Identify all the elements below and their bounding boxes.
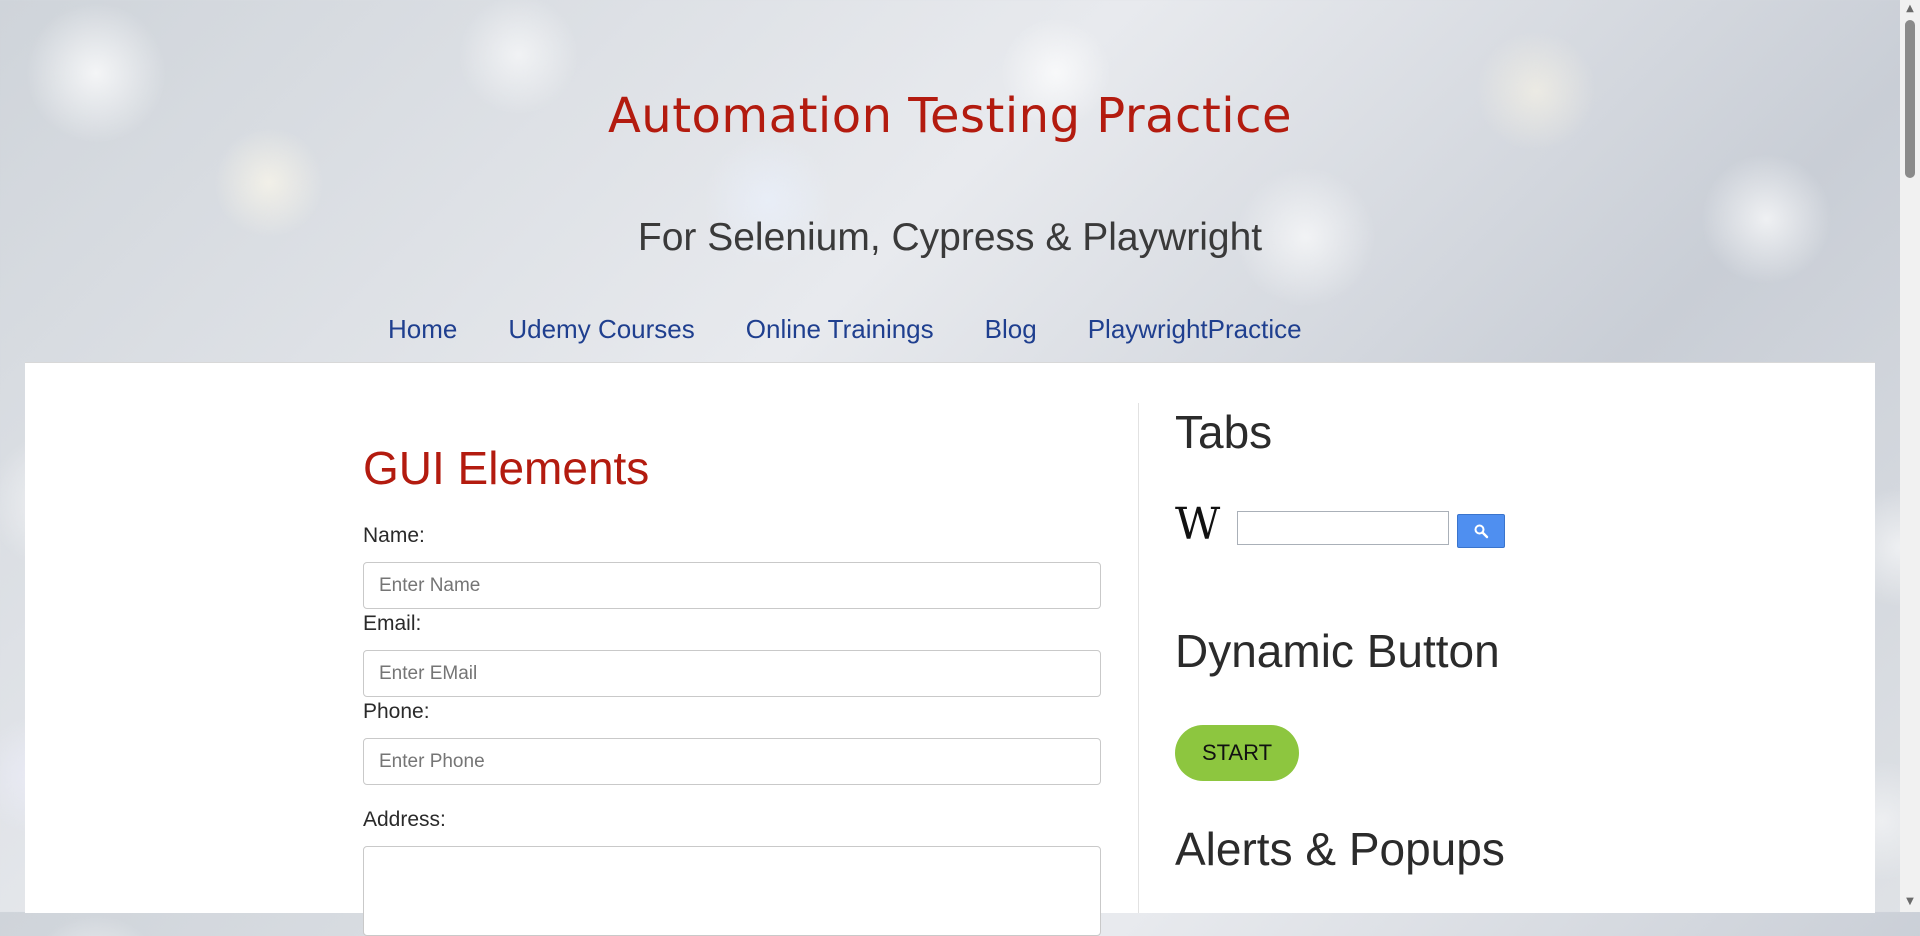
column-divider bbox=[1138, 403, 1139, 913]
vertical-scrollbar[interactable]: ▲ ▼ bbox=[1900, 0, 1920, 912]
nav-link-blog[interactable]: Blog bbox=[985, 314, 1037, 345]
main-nav: Home Udemy Courses Online Trainings Blog… bbox=[388, 314, 1353, 345]
search-icon bbox=[1474, 524, 1489, 539]
scroll-up-arrow-icon[interactable]: ▲ bbox=[1904, 3, 1916, 15]
email-input[interactable] bbox=[363, 650, 1101, 697]
scrollbar-thumb[interactable] bbox=[1905, 20, 1915, 178]
gui-elements-title: GUI Elements bbox=[363, 442, 650, 494]
wikipedia-search-button[interactable] bbox=[1457, 514, 1505, 548]
email-label: Email: bbox=[363, 612, 422, 635]
phone-input[interactable] bbox=[363, 738, 1101, 785]
content-area: GUI Elements Name: Email: Phone: Address… bbox=[25, 362, 1875, 936]
scroll-down-arrow-icon[interactable]: ▼ bbox=[1904, 896, 1916, 908]
address-label: Address: bbox=[363, 808, 446, 831]
wikipedia-search-input[interactable] bbox=[1237, 511, 1449, 545]
phone-label: Phone: bbox=[363, 700, 430, 723]
site-subtitle: For Selenium, Cypress & Playwright bbox=[637, 216, 1263, 259]
nav-link-online-trainings[interactable]: Online Trainings bbox=[746, 314, 934, 345]
wikipedia-logo: W bbox=[1175, 499, 1220, 550]
nav-link-home[interactable]: Home bbox=[388, 314, 457, 345]
nav-link-playwright-practice[interactable]: PlaywrightPractice bbox=[1088, 314, 1302, 345]
address-textarea[interactable] bbox=[363, 846, 1101, 936]
nav-link-udemy-courses[interactable]: Udemy Courses bbox=[508, 314, 694, 345]
name-label: Name: bbox=[363, 524, 425, 547]
tabs-title: Tabs bbox=[1175, 406, 1273, 458]
start-button[interactable]: START bbox=[1175, 725, 1299, 781]
site-header: Automation Testing Practice For Selenium… bbox=[0, 0, 1900, 363]
dynamic-button-title: Dynamic Button bbox=[1175, 625, 1500, 677]
site-title: Automation Testing Practice bbox=[607, 88, 1293, 144]
name-input[interactable] bbox=[363, 562, 1101, 609]
alerts-popups-title: Alerts & Popups bbox=[1175, 823, 1505, 875]
